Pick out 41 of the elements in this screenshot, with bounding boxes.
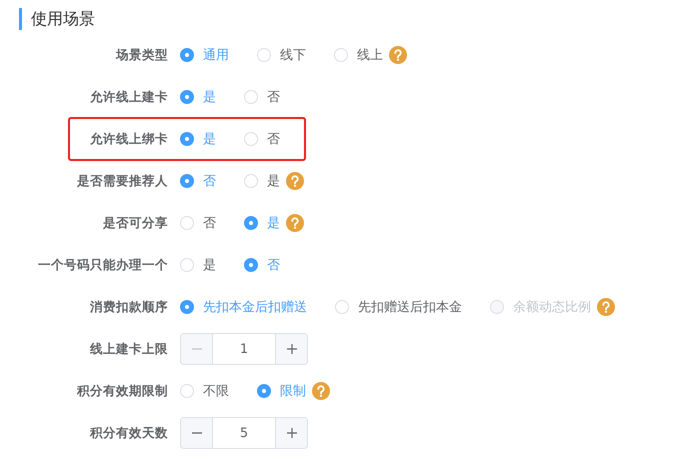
section-title: 使用场景 xyxy=(31,8,95,30)
radio-label[interactable]: 线下 xyxy=(280,46,306,64)
field-label: 消费扣款顺序 xyxy=(89,298,168,316)
plus-button[interactable] xyxy=(276,418,307,448)
radio-label[interactable]: 是 xyxy=(203,256,216,274)
field-label: 积分有效期限制 xyxy=(76,382,168,400)
help-icon[interactable] xyxy=(389,46,407,64)
radio-button[interactable] xyxy=(180,174,194,188)
field-label: 一个号码只能办理一个 xyxy=(37,256,168,274)
radio-label[interactable]: 先扣赠送后扣本金 xyxy=(358,298,462,316)
number-input[interactable]: 5 xyxy=(212,418,276,448)
radio-label[interactable]: 否 xyxy=(267,130,280,148)
help-icon[interactable] xyxy=(286,172,304,190)
radio-label[interactable]: 否 xyxy=(267,88,280,106)
plus-button[interactable] xyxy=(276,334,307,364)
radio-button[interactable] xyxy=(180,132,194,146)
radio-button[interactable] xyxy=(180,48,194,62)
field-label: 允许线上建卡 xyxy=(89,88,168,106)
minus-button[interactable] xyxy=(181,418,212,448)
radio-label[interactable]: 否 xyxy=(203,214,216,232)
number-stepper[interactable]: 5 xyxy=(180,417,308,449)
radio-button[interactable] xyxy=(180,300,194,314)
field-label: 允许线上绑卡 xyxy=(89,130,168,148)
help-icon[interactable] xyxy=(312,382,330,400)
radio-button[interactable] xyxy=(180,90,194,104)
radio-label[interactable]: 线上 xyxy=(357,46,383,64)
radio-button[interactable] xyxy=(244,258,258,272)
field-label: 场景类型 xyxy=(114,46,168,64)
help-icon[interactable] xyxy=(286,214,304,232)
field-label: 积分有效天数 xyxy=(88,424,168,442)
plus-icon xyxy=(286,427,298,439)
radio-button[interactable] xyxy=(257,384,271,398)
radio-label[interactable]: 不限 xyxy=(203,382,229,400)
radio-label[interactable]: 是 xyxy=(267,172,280,190)
field-label: 线上建卡上限 xyxy=(88,340,168,358)
number-stepper[interactable]: 1 xyxy=(180,333,308,365)
plus-icon xyxy=(286,343,298,355)
field-label: 是否可分享 xyxy=(102,214,168,232)
field-label: 是否需要推荐人 xyxy=(76,172,168,190)
radio-button[interactable] xyxy=(244,216,258,230)
number-input[interactable]: 1 xyxy=(212,334,276,364)
